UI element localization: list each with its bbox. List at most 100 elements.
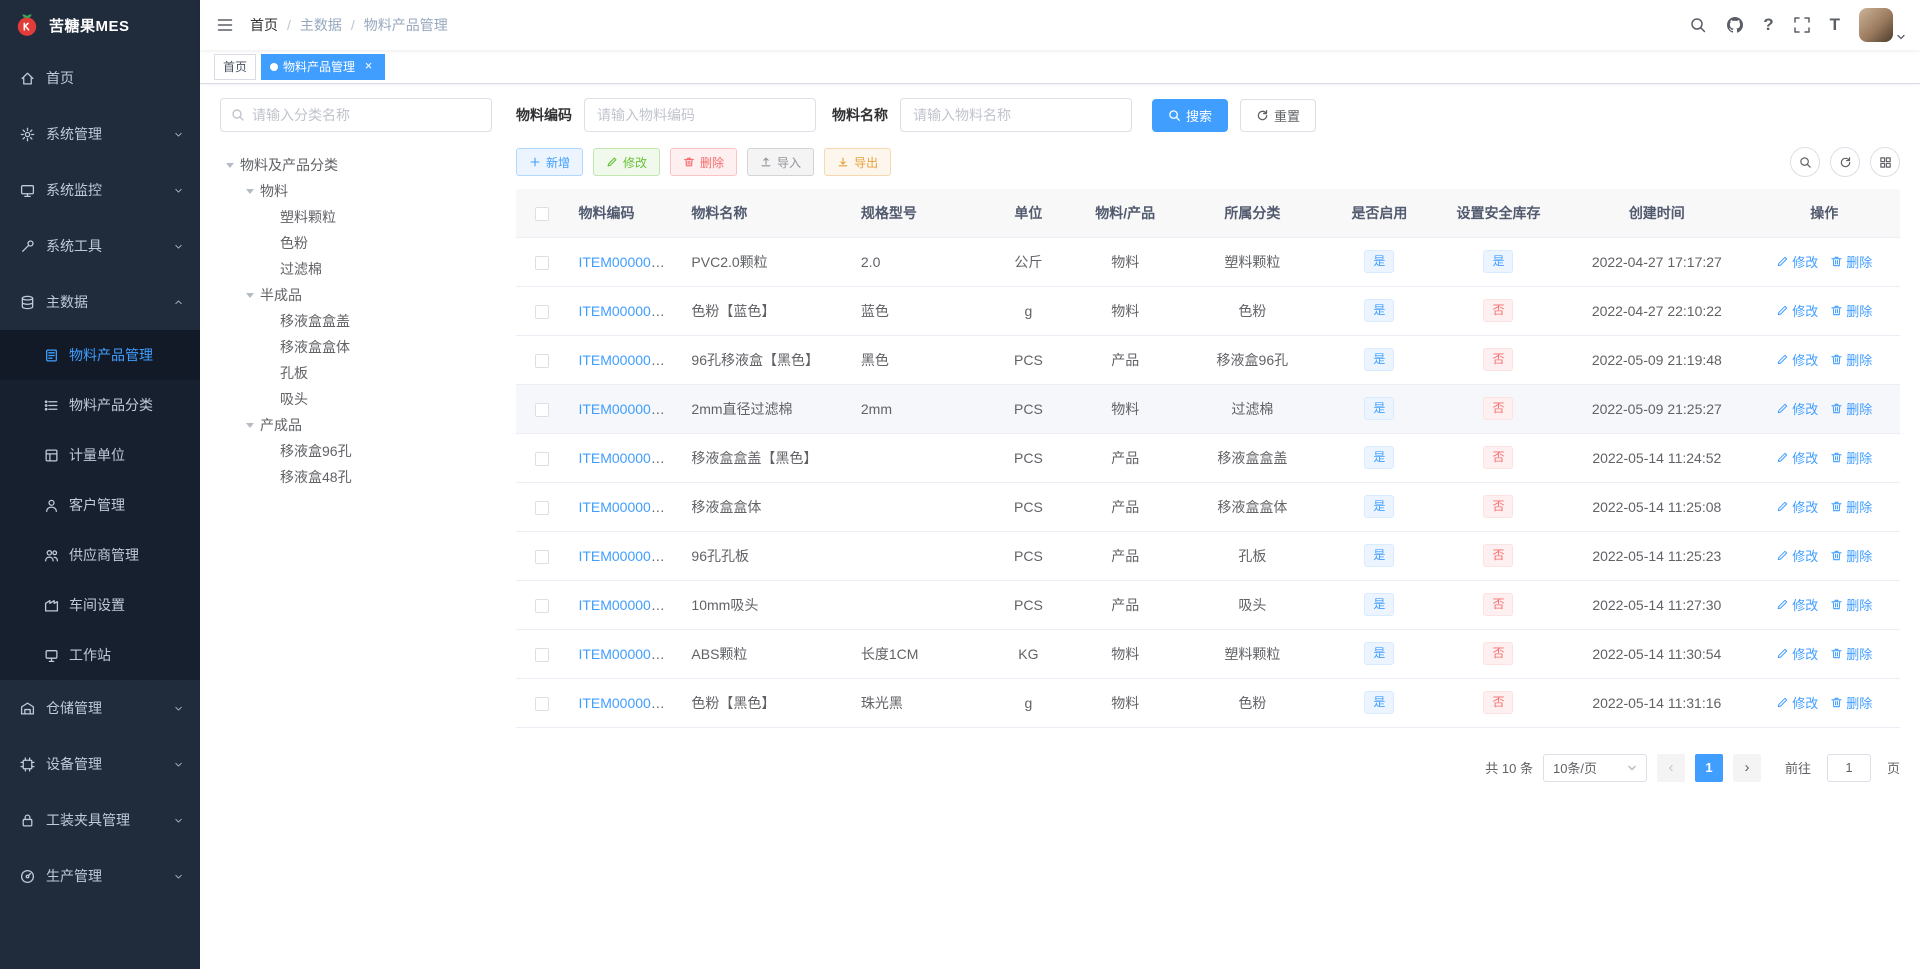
breadcrumb-home[interactable]: 首页 bbox=[250, 15, 278, 35]
material-code-link[interactable]: ITEM00000037 bbox=[578, 254, 674, 270]
sidebar-subitem-4-1[interactable]: 物料产品分类 bbox=[0, 380, 200, 430]
sidebar-subitem-4-3[interactable]: 客户管理 bbox=[0, 480, 200, 530]
refresh-button[interactable] bbox=[1830, 147, 1860, 177]
tree-node[interactable]: 移液盒48孔 bbox=[220, 464, 492, 490]
prev-page-button[interactable]: ‹ bbox=[1656, 753, 1685, 782]
sidebar-item-2[interactable]: 系统监控 bbox=[0, 162, 200, 218]
edit-button[interactable]: 修改 bbox=[593, 148, 661, 176]
row-edit-button[interactable]: 修改 bbox=[1776, 399, 1818, 418]
page-number-button[interactable]: 1 bbox=[1694, 753, 1723, 782]
row-checkbox[interactable] bbox=[535, 304, 550, 319]
row-checkbox[interactable] bbox=[535, 647, 550, 662]
sidebar-item-7[interactable]: 工装夹具管理 bbox=[0, 792, 200, 848]
row-edit-button[interactable]: 修改 bbox=[1776, 693, 1818, 712]
tree-node[interactable]: 半成品 bbox=[220, 282, 492, 308]
row-delete-button[interactable]: 删除 bbox=[1830, 546, 1872, 565]
row-checkbox[interactable] bbox=[535, 353, 550, 368]
tree-node[interactable]: 色粉 bbox=[220, 230, 492, 256]
search-button[interactable]: 搜索 bbox=[1152, 98, 1229, 132]
row-edit-button[interactable]: 修改 bbox=[1776, 252, 1818, 271]
row-delete-button[interactable]: 删除 bbox=[1830, 497, 1872, 516]
tab-home[interactable]: 首页 bbox=[214, 53, 257, 80]
sidebar-item-0[interactable]: 首页 bbox=[0, 50, 200, 106]
add-button[interactable]: 新增 bbox=[516, 148, 584, 176]
select-all-checkbox[interactable] bbox=[535, 206, 550, 221]
material-name-input[interactable] bbox=[900, 98, 1132, 132]
sidebar-subitem-4-5[interactable]: 车间设置 bbox=[0, 580, 200, 630]
avatar[interactable] bbox=[1859, 8, 1893, 42]
row-delete-button[interactable]: 删除 bbox=[1830, 350, 1872, 369]
help-icon[interactable]: ? bbox=[1763, 15, 1773, 35]
export-button[interactable]: 导出 bbox=[824, 148, 892, 176]
material-code-link[interactable]: ITEM00000053 bbox=[578, 548, 674, 564]
row-edit-button[interactable]: 修改 bbox=[1776, 350, 1818, 369]
material-code-input[interactable] bbox=[584, 98, 816, 132]
sidebar-item-5[interactable]: 仓储管理 bbox=[0, 680, 200, 736]
fullscreen-icon[interactable] bbox=[1793, 16, 1811, 34]
row-checkbox[interactable] bbox=[535, 598, 550, 613]
tree-node[interactable]: 产成品 bbox=[220, 412, 492, 438]
close-icon[interactable]: × bbox=[361, 59, 376, 74]
sidebar-subitem-4-2[interactable]: 计量单位 bbox=[0, 430, 200, 480]
sidebar-item-8[interactable]: 生产管理 bbox=[0, 848, 200, 904]
delete-button[interactable]: 删除 bbox=[670, 148, 738, 176]
user-menu[interactable] bbox=[1859, 8, 1906, 42]
toggle-search-button[interactable] bbox=[1790, 147, 1820, 177]
hamburger-icon[interactable] bbox=[200, 0, 250, 50]
goto-page-input[interactable] bbox=[1826, 753, 1871, 782]
header-search-button[interactable] bbox=[1689, 16, 1707, 34]
page-size-select[interactable]: 10条/页 bbox=[1542, 753, 1647, 782]
row-checkbox[interactable] bbox=[535, 402, 550, 417]
row-checkbox[interactable] bbox=[535, 696, 550, 711]
import-button[interactable]: 导入 bbox=[747, 148, 815, 176]
row-edit-button[interactable]: 修改 bbox=[1776, 448, 1818, 467]
material-code-link[interactable]: ITEM00000051 bbox=[578, 450, 674, 466]
reset-button[interactable]: 重置 bbox=[1240, 98, 1317, 132]
row-checkbox[interactable] bbox=[535, 500, 550, 515]
tab-material-product[interactable]: 物料产品管理 × bbox=[261, 53, 386, 80]
material-code-link[interactable]: ITEM00000046 bbox=[578, 352, 674, 368]
row-delete-button[interactable]: 删除 bbox=[1830, 693, 1872, 712]
tree-node[interactable]: 塑料颗粒 bbox=[220, 204, 492, 230]
row-edit-button[interactable]: 修改 bbox=[1776, 644, 1818, 663]
sidebar-item-3[interactable]: 系统工具 bbox=[0, 218, 200, 274]
row-checkbox[interactable] bbox=[535, 549, 550, 564]
tree-node[interactable]: 过滤棉 bbox=[220, 256, 492, 282]
row-edit-button[interactable]: 修改 bbox=[1776, 595, 1818, 614]
sidebar-subitem-4-0[interactable]: 物料产品管理 bbox=[0, 330, 200, 380]
sidebar-subitem-4-4[interactable]: 供应商管理 bbox=[0, 530, 200, 580]
row-edit-button[interactable]: 修改 bbox=[1776, 546, 1818, 565]
row-delete-button[interactable]: 删除 bbox=[1830, 448, 1872, 467]
material-code-link[interactable]: ITEM00000054 bbox=[578, 597, 674, 613]
row-checkbox[interactable] bbox=[535, 255, 550, 270]
category-search-input[interactable] bbox=[252, 107, 481, 123]
next-page-button[interactable]: › bbox=[1732, 753, 1761, 782]
tree-node[interactable]: 孔板 bbox=[220, 360, 492, 386]
row-delete-button[interactable]: 删除 bbox=[1830, 399, 1872, 418]
row-delete-button[interactable]: 删除 bbox=[1830, 644, 1872, 663]
material-code-link[interactable]: ITEM00000049 bbox=[578, 401, 674, 417]
sidebar-subitem-4-6[interactable]: 工作站 bbox=[0, 630, 200, 680]
sidebar-item-6[interactable]: 设备管理 bbox=[0, 736, 200, 792]
material-code-link[interactable]: ITEM00000052 bbox=[578, 499, 674, 515]
row-edit-button[interactable]: 修改 bbox=[1776, 301, 1818, 320]
tree-node[interactable]: 移液盒盒盖 bbox=[220, 308, 492, 334]
material-code-link[interactable]: ITEM00000055 bbox=[578, 646, 674, 662]
row-delete-button[interactable]: 删除 bbox=[1830, 252, 1872, 271]
tree-node[interactable]: 移液盒盒体 bbox=[220, 334, 492, 360]
row-delete-button[interactable]: 删除 bbox=[1830, 301, 1872, 320]
tree-node[interactable]: 物料及产品分类 bbox=[220, 152, 492, 178]
material-code-link[interactable]: ITEM00000056 bbox=[578, 695, 674, 711]
tree-node[interactable]: 物料 bbox=[220, 178, 492, 204]
material-code-link[interactable]: ITEM00000041 bbox=[578, 303, 674, 319]
row-delete-button[interactable]: 删除 bbox=[1830, 595, 1872, 614]
github-icon[interactable] bbox=[1726, 16, 1744, 34]
row-edit-button[interactable]: 修改 bbox=[1776, 497, 1818, 516]
tree-node[interactable]: 吸头 bbox=[220, 386, 492, 412]
row-checkbox[interactable] bbox=[535, 451, 550, 466]
font-size-icon[interactable]: T bbox=[1830, 15, 1840, 35]
app-logo[interactable]: 苦糖果MES bbox=[0, 0, 200, 50]
sidebar-item-1[interactable]: 系统管理 bbox=[0, 106, 200, 162]
sidebar-item-4[interactable]: 主数据 bbox=[0, 274, 200, 330]
columns-button[interactable] bbox=[1870, 147, 1900, 177]
